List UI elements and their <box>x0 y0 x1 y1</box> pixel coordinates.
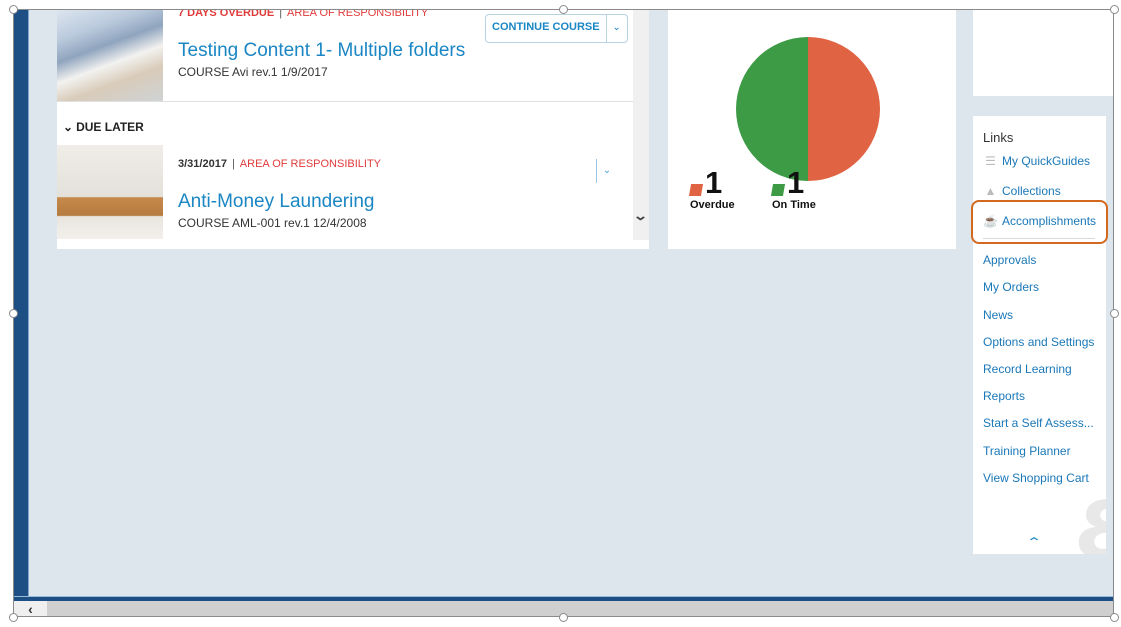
chevron-down-icon[interactable]: ⌄ <box>605 15 627 42</box>
due-date: 3/31/2017 <box>178 158 227 170</box>
course-category: AREA OF RESPONSIBILITY <box>239 158 382 170</box>
legend-value-overdue: 1 <box>705 165 723 200</box>
link-view-shopping-cart[interactable]: View Shopping Cart <box>983 471 1089 485</box>
course-row-due-later[interactable]: 3/31/2017 | AREA OF RESPONSIBILITY Anti-Mo… <box>57 145 633 239</box>
resize-handle[interactable] <box>559 613 568 622</box>
course-meta: 3/31/2017 | AREA OF RESPONSIBILITY <box>178 158 381 170</box>
top-right-panel <box>973 10 1113 96</box>
due-later-section-toggle[interactable]: ⌄ DUE LATER <box>63 120 144 134</box>
course-meta: 7 DAYS OVERDUE | AREA OF RESPONSIBILITY <box>178 9 429 19</box>
collections-icon: ▲ <box>984 184 997 198</box>
course-subtitle: COURSE AML-001 rev.1 12/4/2008 <box>178 216 367 230</box>
course-thumbnail <box>57 145 163 239</box>
collapse-up-chevron-icon[interactable]: ⌃ <box>1026 535 1042 549</box>
legend-value-on-time: 1 <box>787 165 805 200</box>
resize-handle[interactable] <box>1110 613 1119 622</box>
meta-separator: | <box>279 9 283 19</box>
chevron-down-icon: ⌄ <box>63 120 74 134</box>
link-start-self-assessment[interactable]: Start a Self Assess... <box>983 416 1094 430</box>
link-options-and-settings[interactable]: Options and Settings <box>983 335 1094 349</box>
resize-handle[interactable] <box>1110 309 1119 318</box>
resize-handle[interactable] <box>9 613 18 622</box>
chevron-down-icon[interactable]: ⌄ <box>596 159 617 183</box>
pie-slice-overdue[interactable] <box>808 37 880 181</box>
course-category: AREA OF RESPONSIBILITY <box>287 9 429 19</box>
scroll-down-chevron-icon[interactable]: ⌄ <box>633 208 648 224</box>
course-row-overdue[interactable]: 7 DAYS OVERDUE | AREA OF RESPONSIBILITY Te… <box>57 9 633 102</box>
legend-swatch-on-time <box>770 184 786 196</box>
links-title: Links <box>983 130 1014 145</box>
resize-handle[interactable] <box>559 5 568 14</box>
legend-label-on-time: On Time <box>772 199 816 211</box>
highlight-annotation-box <box>971 200 1108 244</box>
link-training-planner[interactable]: Training Planner <box>983 444 1071 458</box>
continue-course-button[interactable]: CONTINUE COURSE ⌄ <box>485 14 628 43</box>
link-collections[interactable]: ▲ Collections <box>983 184 1061 198</box>
left-accent-bar <box>14 10 29 600</box>
legend-label-overdue: Overdue <box>690 199 735 211</box>
status-chart-panel: 1 Overdue 1 On Time <box>668 10 956 249</box>
continue-course-label[interactable]: CONTINUE COURSE <box>486 15 606 42</box>
vertical-scrollbar[interactable]: ⌄ <box>633 10 649 240</box>
links-panel: ε Links ☰My QuickGuides ▲Collections ☕Ac… <box>973 116 1106 554</box>
link-my-orders[interactable]: My Orders <box>983 280 1039 294</box>
legend-swatch-overdue <box>688 184 704 196</box>
overdue-status: 7 DAYS OVERDUE <box>178 9 275 19</box>
resize-handle[interactable] <box>1110 5 1119 14</box>
embedded-screenshot-frame: 7 DAYS OVERDUE | AREA OF RESPONSIBILITY Te… <box>13 9 1114 617</box>
link-approvals[interactable]: Approvals <box>983 253 1036 267</box>
course-title-link[interactable]: Testing Content 1- Multiple folders <box>178 40 465 62</box>
course-title-link[interactable]: Anti-Money Laundering <box>178 191 374 213</box>
courses-panel: 7 DAYS OVERDUE | AREA OF RESPONSIBILITY Te… <box>57 9 649 249</box>
course-thumbnail <box>57 10 163 101</box>
link-record-learning[interactable]: Record Learning <box>983 362 1072 376</box>
due-later-label: DUE LATER <box>76 120 144 134</box>
link-label: Collections <box>1002 184 1061 198</box>
resize-handle[interactable] <box>9 5 18 14</box>
link-label: My QuickGuides <box>1002 154 1091 168</box>
resize-handle[interactable] <box>9 309 18 318</box>
link-news[interactable]: News <box>983 308 1013 322</box>
link-reports[interactable]: Reports <box>983 389 1025 403</box>
pie-slice-on-time[interactable] <box>736 37 808 181</box>
meta-separator: | <box>231 158 235 170</box>
link-my-quickguides[interactable]: ☰ My QuickGuides <box>983 154 1090 168</box>
signpost-icon: ☰ <box>985 154 996 168</box>
scroll-left-arrow-icon[interactable]: ‹ <box>14 601 47 616</box>
course-subtitle: COURSE Avi rev.1 1/9/2017 <box>178 65 328 79</box>
